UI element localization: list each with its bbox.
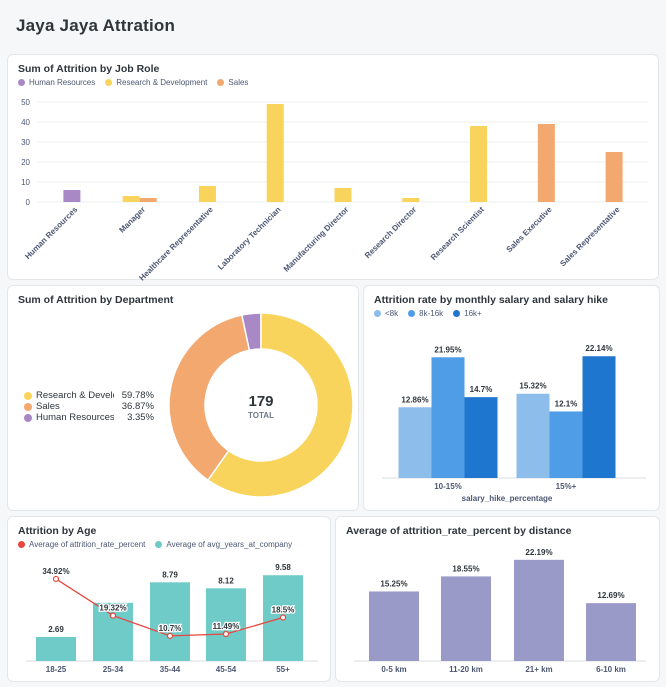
y-tick-label: 20 [21,158,30,167]
x-tick-label: 6-10 km [596,665,626,674]
bar-10-15-16k [464,397,498,478]
x-tick-label: 0-5 km [381,665,406,674]
bar-18-25 [36,636,76,661]
data-label: 2.69 [48,625,64,634]
department-donut-chart: 179 TOTAL [168,312,354,498]
x-tick-label: Research Director [363,205,418,260]
x-tick-label: Research Scientist [429,205,486,262]
x-tick-label: 45-54 [216,665,237,674]
data-label: 21.95% [434,345,461,354]
bar-6-10-km [586,603,636,661]
x-tick-label: Manufacturing Director [282,205,351,274]
data-label: 18.55% [452,564,479,573]
bar-11-20-km [441,576,491,661]
donut-total-label: TOTAL [248,411,274,420]
x-tick-label: 35-44 [160,665,181,674]
bar-research-scientist-research-development [470,126,488,202]
line-point [279,614,287,621]
bar-research-director-research-development [402,198,420,202]
bar-sales-executive-sales [537,124,555,202]
data-label: 9.58 [275,563,291,572]
y-tick-label: 0 [26,198,31,207]
line-data-label: 11.49% [213,622,240,631]
bar-35-44 [150,582,190,661]
data-label: 15.25% [380,579,407,588]
x-tick-label: 55+ [276,665,290,674]
dashboard-title: Jaya Jaya Attration [16,16,176,35]
data-label: 12.69% [597,591,624,600]
bar-10-15-8k [398,407,432,478]
data-label: 22.19% [525,548,552,557]
line-point [222,630,230,638]
department-card[interactable]: Sum of Attrition by Department Research … [7,285,359,511]
x-tick-label: 15%+ [556,482,577,491]
bar-sales-representative-sales [605,152,623,202]
line-data-label: 19.32% [99,604,126,613]
bar-manager-research-development [122,196,140,202]
line-data-label: 10.7% [159,624,182,633]
data-label: 8.79 [162,570,178,579]
y-tick-label: 40 [21,118,30,127]
bar-healthcare-representative-research-development [198,186,216,202]
x-tick-label: 11-20 km [449,665,483,674]
x-tick-label: Laboratory Technician [216,205,283,272]
job-role-chart: 0 10 20 30 40 50 Human Resources ManagerHealthc… [21,98,648,283]
bar-15-8k [516,393,550,478]
y-tick-label: 50 [21,98,30,107]
bar-15-16k [582,356,616,478]
donut-total-value: 179 [248,393,273,410]
line-point [166,632,174,639]
x-tick-label: Sales Representative [558,205,622,269]
x-tick-label: 25-34 [103,665,124,674]
bar-10-15-8k-16k [431,357,465,478]
x-tick-label: Human Resources [23,205,79,261]
bar-manager-sales [139,198,157,202]
data-label: 12.1% [555,399,578,408]
bar-laboratory-technician-research-development [266,104,284,202]
salary-chart: 12.86% 21.95% 14.7% 10-15% 15.32% 12.1% 22.14%… [382,344,646,503]
x-tick-label: Healthcare Representative [137,205,215,283]
salary-card[interactable]: Attrition rate by monthly salary and sal… [363,285,660,511]
line-point [52,575,60,583]
x-tick-label: Manager [117,205,147,235]
bar-21-km [514,559,564,661]
line-data-label: 34.92% [42,567,69,576]
distance-card[interactable]: Average of attrition_rate_percent by dis… [335,516,660,682]
age-chart: 2.69 18-25 25-34 8.79 35-44 8.12 45-54 9.58 55+ 3… [26,563,318,674]
x-tick-label: Sales Executive [505,205,555,255]
data-label: 8.12 [218,576,234,585]
data-label: 15.32% [519,382,546,391]
y-tick-label: 10 [21,178,30,187]
data-label: 14.7% [470,385,493,394]
job-role-card[interactable]: Sum of Attrition by Job Role Human Resou… [7,54,659,283]
age-card[interactable]: Attrition by Age Average of attrition_ra… [7,516,331,682]
bar-0-5-km [369,591,419,661]
bar-manufacturing-director-research-development [334,188,352,202]
bar-15-8k-16k [549,411,583,478]
distance-chart: 15.25% 0-5 km 18.55% 11-20 km 22.19% 21+ km 12… [354,548,646,674]
y-tick-label: 30 [21,138,30,147]
data-label: 22.14% [585,344,612,353]
line-point [109,612,117,619]
x-tick-label: 18-25 [46,665,67,674]
x-axis-title: salary_hike_percentage [462,494,553,503]
x-tick-label: 21+ km [525,665,552,674]
bar-human-resources-human-resources [63,190,81,202]
line-data-label: 18.5% [272,606,295,615]
x-tick-label: 10-15% [434,482,462,491]
data-label: 12.86% [401,395,428,404]
